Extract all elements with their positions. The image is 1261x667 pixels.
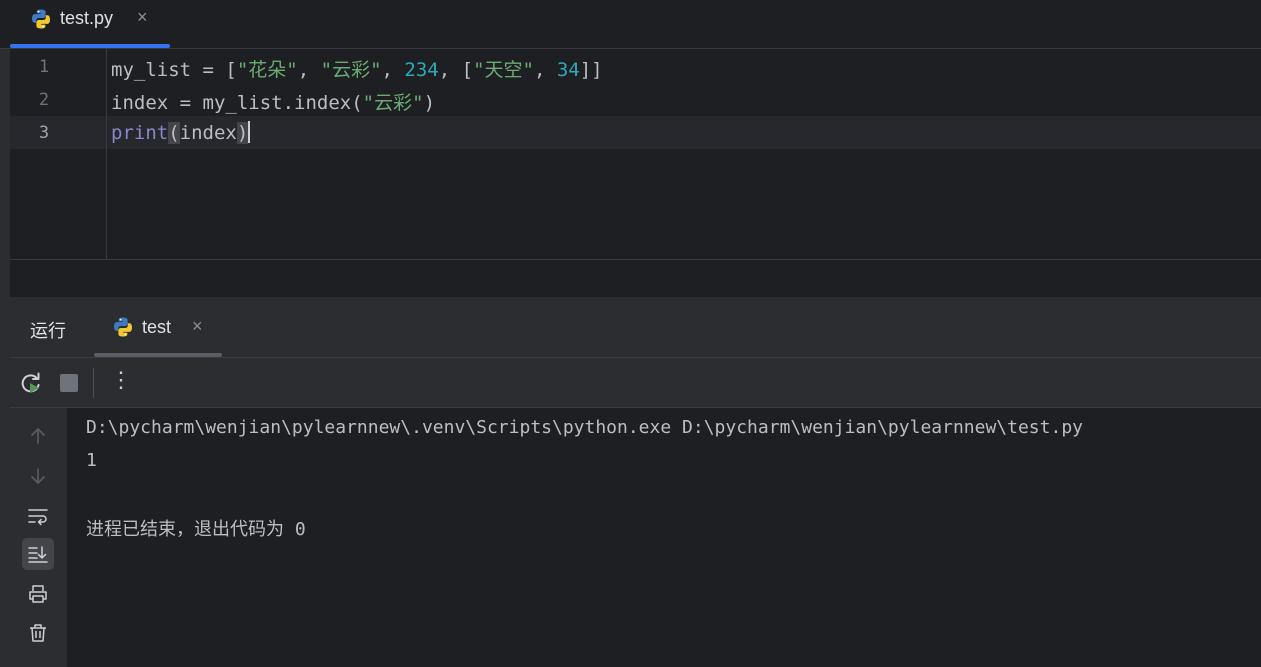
code-text: index = my_list.index("云彩") — [111, 92, 436, 114]
console-exit-message: 进程已结束，退出代码为 0 — [86, 519, 306, 540]
rerun-icon[interactable] — [18, 370, 44, 396]
line-number: 1 — [38, 57, 50, 77]
scroll-to-end-icon[interactable] — [22, 538, 54, 570]
console-output[interactable]: D:\pycharm\wenjian\pylearnnew\.venv\Scri… — [67, 408, 1261, 667]
console-result: 1 — [86, 450, 97, 471]
gutter-divider — [106, 49, 107, 259]
code-line[interactable]: 2 index = my_list.index("云彩") — [10, 83, 1261, 116]
run-panel-title: 运行 — [30, 321, 66, 341]
console-command: D:\pycharm\wenjian\pylearnnew\.venv\Scri… — [86, 417, 1083, 438]
run-tab-test[interactable]: test × — [94, 297, 224, 357]
trash-icon[interactable] — [22, 617, 54, 649]
code-line-current[interactable]: 3 print(index) — [10, 116, 1261, 149]
close-tab-icon[interactable]: × — [137, 7, 148, 28]
code-editor[interactable]: 1 my_list = ["花朵", "云彩", 234, ["天空", 34]… — [10, 49, 1261, 259]
scroll-up-icon[interactable] — [22, 420, 54, 452]
code-text: print(index) — [111, 121, 251, 144]
python-icon — [112, 316, 134, 343]
editor-empty-area — [10, 260, 1261, 297]
line-number: 2 — [38, 90, 50, 110]
tool-window-strip — [0, 0, 10, 667]
scroll-down-icon[interactable] — [22, 460, 54, 492]
toolbar-separator — [93, 368, 94, 398]
python-file-icon — [30, 8, 52, 35]
text-caret — [248, 121, 251, 143]
stop-icon[interactable] — [57, 370, 83, 396]
run-panel-header: 运行 test × — [10, 297, 1261, 357]
run-toolbar: ⋮ — [10, 357, 1261, 408]
soft-wrap-icon[interactable] — [22, 500, 54, 532]
code-text: my_list = ["花朵", "云彩", 234, ["天空", 34]] — [111, 59, 603, 81]
console-side-toolbar — [10, 408, 67, 667]
active-tab-indicator — [10, 44, 170, 48]
close-run-tab-icon[interactable]: × — [192, 316, 203, 337]
run-tab-label: test — [142, 317, 172, 337]
tab-test-py[interactable]: test.py × — [10, 0, 170, 48]
print-icon[interactable] — [22, 578, 54, 610]
line-number: 3 — [38, 123, 50, 143]
more-options-icon[interactable]: ⋮ — [108, 367, 134, 393]
code-line[interactable]: 1 my_list = ["花朵", "云彩", 234, ["天空", 34]… — [10, 50, 1261, 83]
tab-filename: test.py — [60, 8, 114, 28]
editor-tab-bar: test.py × — [0, 0, 1261, 49]
